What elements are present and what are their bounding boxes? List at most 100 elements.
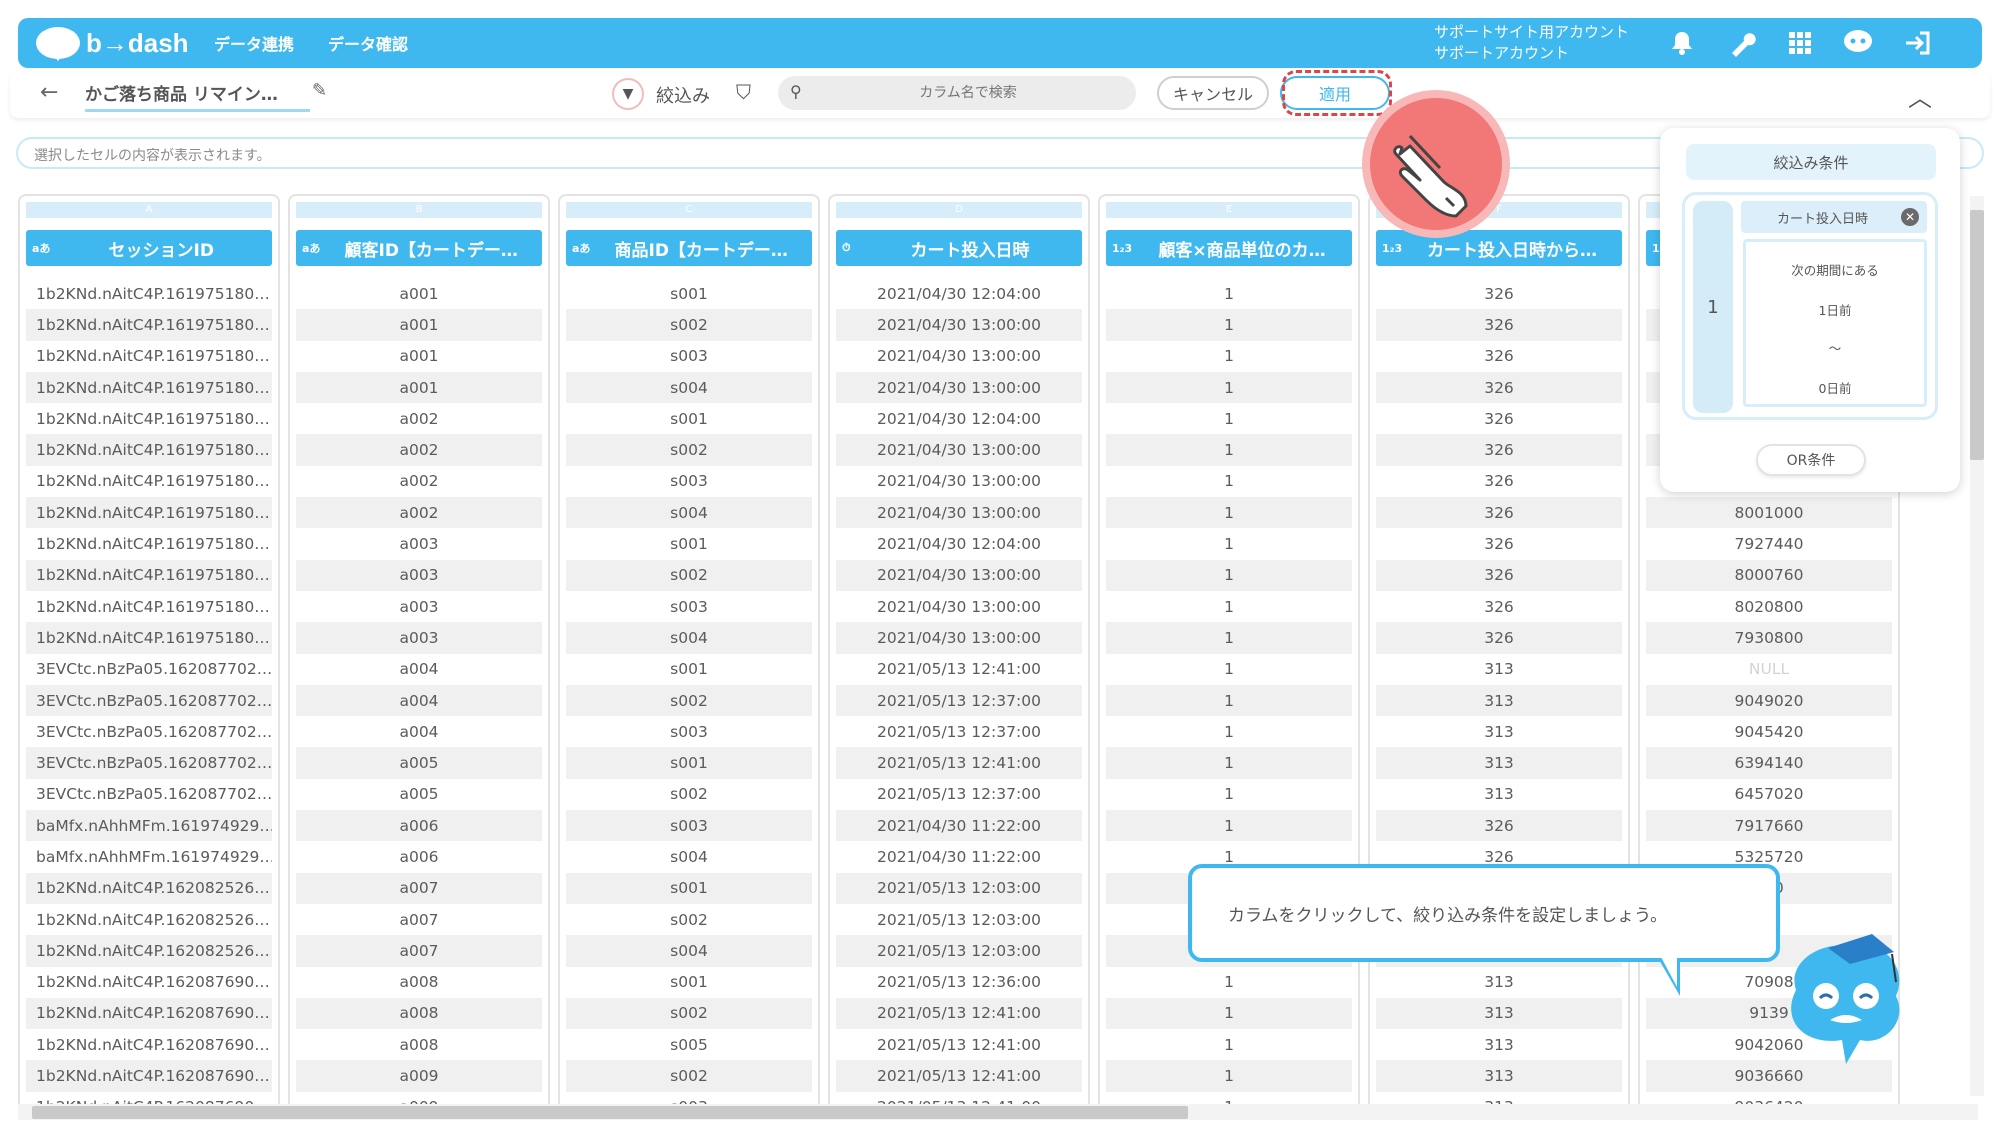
table-cell[interactable]: 2021/05/13 12:41:00 [836, 1029, 1082, 1060]
table-cell[interactable]: 313 [1376, 997, 1622, 1030]
table-cell[interactable]: 2021/05/13 12:41:00 [836, 747, 1082, 779]
table-cell[interactable]: 2021/04/30 13:00:00 [836, 497, 1082, 529]
table-cell[interactable]: 1b2KNd.nAitC4P.162087690… [26, 1092, 272, 1104]
table-cell[interactable]: 1 [1106, 997, 1352, 1030]
table-cell[interactable]: 1b2KNd.nAitC4P.162082526… [26, 872, 272, 904]
table-cell[interactable]: 1 [1106, 341, 1352, 372]
table-cell[interactable]: 326 [1376, 466, 1622, 497]
table-cell[interactable]: 1 [1106, 1060, 1352, 1092]
table-cell[interactable]: a002 [296, 497, 542, 529]
table-cell[interactable]: a001 [296, 278, 542, 309]
table-cell[interactable]: 313 [1376, 654, 1622, 685]
table-cell[interactable]: 1 [1106, 591, 1352, 622]
table-cell[interactable]: s001 [566, 654, 812, 685]
table-cell[interactable]: a009 [296, 1092, 542, 1104]
table-cell[interactable]: 8020800 [1646, 591, 1892, 622]
table-cell[interactable]: s002 [566, 434, 812, 466]
table-cell[interactable]: 3EVCtc.nBzPa05.162087702… [26, 654, 272, 685]
table-cell[interactable]: 326 [1376, 434, 1622, 466]
table-cell[interactable]: s004 [566, 622, 812, 654]
table-cell[interactable]: 1 [1106, 622, 1352, 654]
table-cell[interactable]: 1 [1106, 654, 1352, 685]
bell-icon[interactable] [1664, 25, 1700, 61]
account-info[interactable]: サポートサイト用アカウント サポートアカウント [1434, 22, 1629, 64]
table-cell[interactable]: 1b2KNd.nAitC4P.161975180… [26, 591, 272, 622]
table-cell[interactable]: 1b2KNd.nAitC4P.162087690… [26, 997, 272, 1030]
table-cell[interactable]: 2021/05/13 12:37:00 [836, 779, 1082, 810]
table-cell[interactable]: a008 [296, 967, 542, 998]
table-cell[interactable]: s003 [566, 341, 812, 372]
table-cell[interactable]: a003 [296, 559, 542, 591]
table-cell[interactable]: s003 [566, 810, 812, 842]
table-cell[interactable]: 3EVCtc.nBzPa05.162087702… [26, 716, 272, 747]
table-cell[interactable]: 2021/05/13 12:03:00 [836, 935, 1082, 967]
column-header[interactable]: ⏱ カート投入日時 [836, 230, 1082, 266]
table-cell[interactable]: 1 [1106, 434, 1352, 466]
table-cell[interactable]: a001 [296, 371, 542, 404]
table-cell[interactable]: 1 [1106, 497, 1352, 529]
table-cell[interactable]: 1b2KNd.nAitC4P.162087690… [26, 967, 272, 998]
table-cell[interactable]: 1 [1106, 309, 1352, 341]
table-cell[interactable]: 326 [1376, 403, 1622, 434]
table-cell[interactable]: 326 [1376, 497, 1622, 529]
table-cell[interactable]: 1b2KNd.nAitC4P.161975180… [26, 403, 272, 434]
table-cell[interactable]: a002 [296, 434, 542, 466]
chevron-up-icon[interactable]: ︿ [1908, 78, 1932, 113]
table-cell[interactable]: 326 [1376, 559, 1622, 591]
or-condition-button[interactable]: OR条件 [1756, 444, 1866, 476]
table-cell[interactable]: s003 [566, 1092, 812, 1104]
table-cell[interactable]: 1 [1106, 810, 1352, 842]
filter-funnel-icon[interactable]: ▼ [612, 78, 644, 110]
table-cell[interactable]: 2021/04/30 12:04:00 [836, 528, 1082, 559]
table-cell[interactable]: a005 [296, 779, 542, 810]
search-input[interactable] [828, 82, 1108, 104]
table-cell[interactable]: 1 [1106, 967, 1352, 998]
table-cell[interactable]: 1 [1106, 1029, 1352, 1060]
table-cell[interactable]: s002 [566, 684, 812, 717]
horizontal-scroll-thumb[interactable] [32, 1106, 1188, 1119]
table-cell[interactable]: NULL [1646, 654, 1892, 685]
table-cell[interactable]: 9036420 [1646, 1092, 1892, 1104]
table-cell[interactable]: 326 [1376, 591, 1622, 622]
table-cell[interactable]: 2021/05/13 12:41:00 [836, 997, 1082, 1030]
table-cell[interactable]: s001 [566, 528, 812, 559]
table-cell[interactable]: s002 [566, 309, 812, 341]
table-cell[interactable]: 3EVCtc.nBzPa05.162087702… [26, 684, 272, 717]
report-name[interactable]: かご落ち商品 リマイン… [85, 80, 310, 112]
table-cell[interactable]: 1b2KNd.nAitC4P.161975180… [26, 622, 272, 654]
grid-menu-icon[interactable] [1782, 25, 1818, 61]
table-cell[interactable]: baMfx.nAhhMFm.161974929… [26, 841, 272, 872]
nav-data-link[interactable]: データ連携 [214, 18, 294, 68]
table-cell[interactable]: 1b2KNd.nAitC4P.161975180… [26, 309, 272, 341]
column-letter[interactable]: B [296, 202, 542, 218]
column-letter[interactable]: A [26, 202, 272, 218]
table-cell[interactable]: 1 [1106, 466, 1352, 497]
table-cell[interactable]: s001 [566, 872, 812, 904]
table-cell[interactable]: 1 [1106, 559, 1352, 591]
table-cell[interactable]: 7917660 [1646, 810, 1892, 842]
table-cell[interactable]: s004 [566, 841, 812, 872]
table-cell[interactable]: 2021/05/13 12:36:00 [836, 967, 1082, 998]
condition-detail[interactable]: 次の期間にある 1日前 ～ 0日前 [1743, 239, 1927, 407]
table-cell[interactable]: a003 [296, 622, 542, 654]
table-cell[interactable]: 2021/04/30 11:22:00 [836, 841, 1082, 872]
table-cell[interactable]: s002 [566, 559, 812, 591]
table-cell[interactable]: 1b2KNd.nAitC4P.161975180… [26, 497, 272, 529]
column-header[interactable]: aあ 顧客ID【カートデー… [296, 230, 542, 266]
table-cell[interactable]: 8001000 [1646, 497, 1892, 529]
table-cell[interactable]: 313 [1376, 967, 1622, 998]
table-cell[interactable]: baMfx.nAhhMFm.161974929… [26, 810, 272, 842]
table-cell[interactable]: 1 [1106, 278, 1352, 309]
remove-condition-icon[interactable]: ✕ [1901, 208, 1919, 226]
table-cell[interactable]: 1 [1106, 684, 1352, 717]
table-cell[interactable]: s002 [566, 779, 812, 810]
table-cell[interactable]: 2021/04/30 13:00:00 [836, 309, 1082, 341]
table-cell[interactable]: 2021/04/30 11:22:00 [836, 810, 1082, 842]
filter-label[interactable]: 絞込み [656, 82, 710, 108]
table-cell[interactable]: 7927440 [1646, 528, 1892, 559]
table-cell[interactable]: a008 [296, 997, 542, 1030]
table-cell[interactable]: 9049020 [1646, 684, 1892, 717]
table-cell[interactable]: 326 [1376, 341, 1622, 372]
table-cell[interactable]: s002 [566, 997, 812, 1030]
table-cell[interactable]: a001 [296, 309, 542, 341]
